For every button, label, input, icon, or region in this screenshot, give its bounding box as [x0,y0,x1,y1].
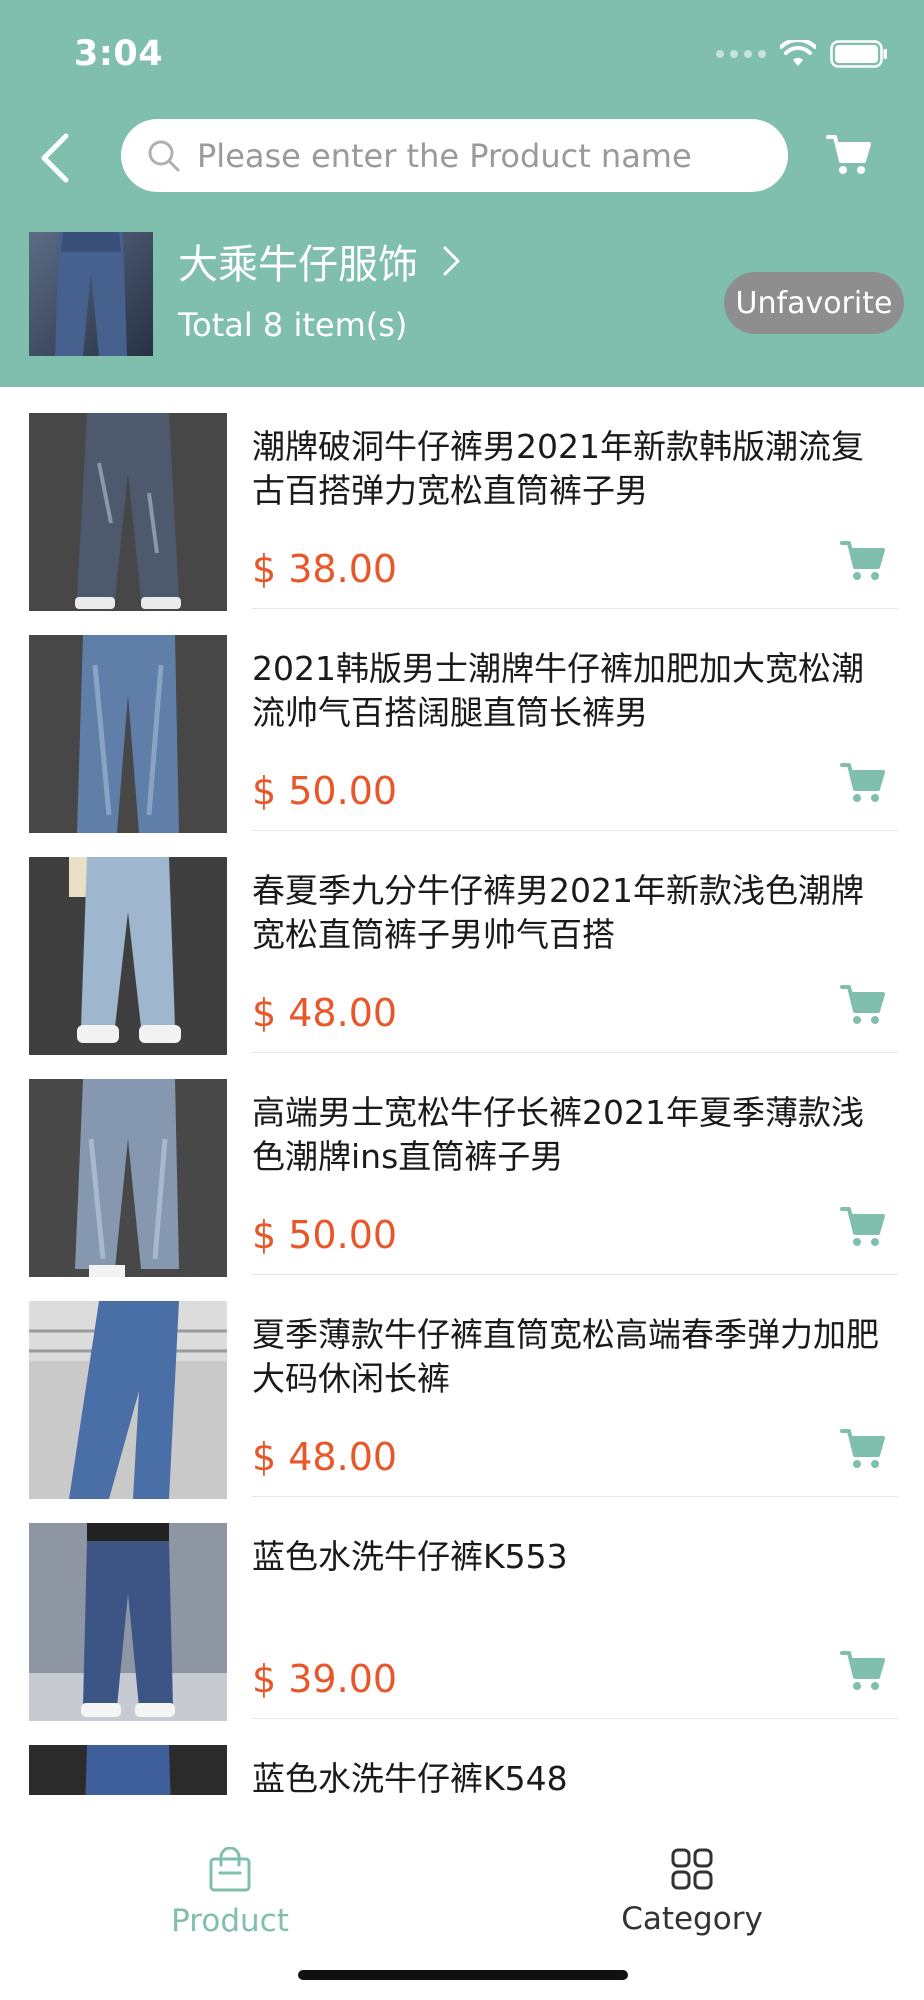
product-item[interactable]: 春夏季九分牛仔裤男2021年新款浅色潮牌宽松直筒裤子男帅气百搭 $ 48.00 [0,831,924,1055]
tab-product[interactable]: Product [130,1847,330,1939]
product-image [29,1301,227,1499]
product-image [29,413,227,611]
shop-item-count: Total 8 item(s) [178,306,408,344]
search-bar[interactable] [121,119,788,192]
shop-name[interactable]: 大乘牛仔服饰 [178,232,462,290]
tab-category[interactable]: Category [592,1847,792,1937]
product-title: 蓝色水洗牛仔裤K548 [252,1759,568,1795]
add-to-cart-icon[interactable] [840,1205,886,1249]
product-image [29,1745,227,1795]
home-indicator [298,1970,628,1980]
add-to-cart-icon[interactable] [840,761,886,805]
product-image [29,1079,227,1277]
product-title: 高端男士宽松牛仔长裤2021年夏季薄款浅色潮牌ins直筒裤子男 [252,1093,864,1176]
product-price: $ 48.00 [252,1435,398,1479]
search-input[interactable] [197,136,777,175]
add-to-cart-icon[interactable] [840,1649,886,1693]
add-to-cart-icon[interactable] [840,983,886,1027]
battery-icon [830,40,887,68]
cellular-signal-icon [716,50,766,58]
grid-icon [671,1848,713,1890]
product-image [29,857,227,1055]
product-price: $ 39.00 [252,1657,398,1701]
product-price: $ 38.00 [252,547,398,591]
product-image [29,1523,227,1721]
product-title: 夏季薄款牛仔裤直筒宽松高端春季弹力加肥大码休闲长裤 [252,1315,879,1398]
wifi-icon [780,40,816,66]
tab-label: Category [621,1901,763,1937]
product-price: $ 50.00 [252,1213,398,1257]
product-list[interactable]: 潮牌破洞牛仔裤男2021年新款韩版潮流复古百搭弹力宽松直筒裤子男 $ 38.00… [0,387,924,1795]
product-title: 春夏季九分牛仔裤男2021年新款浅色潮牌宽松直筒裤子男帅气百搭 [252,871,864,954]
tab-label: Product [171,1903,289,1939]
product-price: $ 50.00 [252,769,398,813]
cart-icon[interactable] [826,133,872,177]
chevron-right-icon [443,246,460,276]
product-item[interactable]: 蓝色水洗牛仔裤K553 $ 39.00 [0,1497,924,1721]
product-title: 2021韩版男士潮牌牛仔裤加肥加大宽松潮流帅气百搭阔腿直筒长裤男 [252,649,864,732]
product-image [29,635,227,833]
add-to-cart-icon[interactable] [840,539,886,583]
status-time: 3:04 [74,34,164,74]
product-item[interactable]: 2021韩版男士潮牌牛仔裤加肥加大宽松潮流帅气百搭阔腿直筒长裤男 $ 50.00 [0,609,924,833]
product-price: $ 48.00 [252,991,398,1035]
unfavorite-button[interactable]: Unfavorite [724,272,904,334]
product-item[interactable]: 潮牌破洞牛仔裤男2021年新款韩版潮流复古百搭弹力宽松直筒裤子男 $ 38.00 [0,387,924,611]
product-title: 潮牌破洞牛仔裤男2021年新款韩版潮流复古百搭弹力宽松直筒裤子男 [252,427,864,510]
search-icon [148,140,180,171]
shop-name-text: 大乘牛仔服饰 [178,242,418,288]
header: 3:04 Please enter the Product name 大乘牛仔服… [0,0,924,387]
status-icons [716,40,888,68]
product-title: 蓝色水洗牛仔裤K553 [252,1537,568,1576]
shop-logo-image [29,232,153,356]
back-arrow-icon[interactable] [34,132,78,184]
shopping-bag-icon [209,1847,251,1892]
product-item[interactable]: 蓝色水洗牛仔裤K548 [0,1719,924,1795]
product-item[interactable]: 高端男士宽松牛仔长裤2021年夏季薄款浅色潮牌ins直筒裤子男 $ 50.00 [0,1053,924,1277]
product-item[interactable]: 夏季薄款牛仔裤直筒宽松高端春季弹力加肥大码休闲长裤 $ 48.00 [0,1275,924,1499]
add-to-cart-icon[interactable] [840,1427,886,1471]
